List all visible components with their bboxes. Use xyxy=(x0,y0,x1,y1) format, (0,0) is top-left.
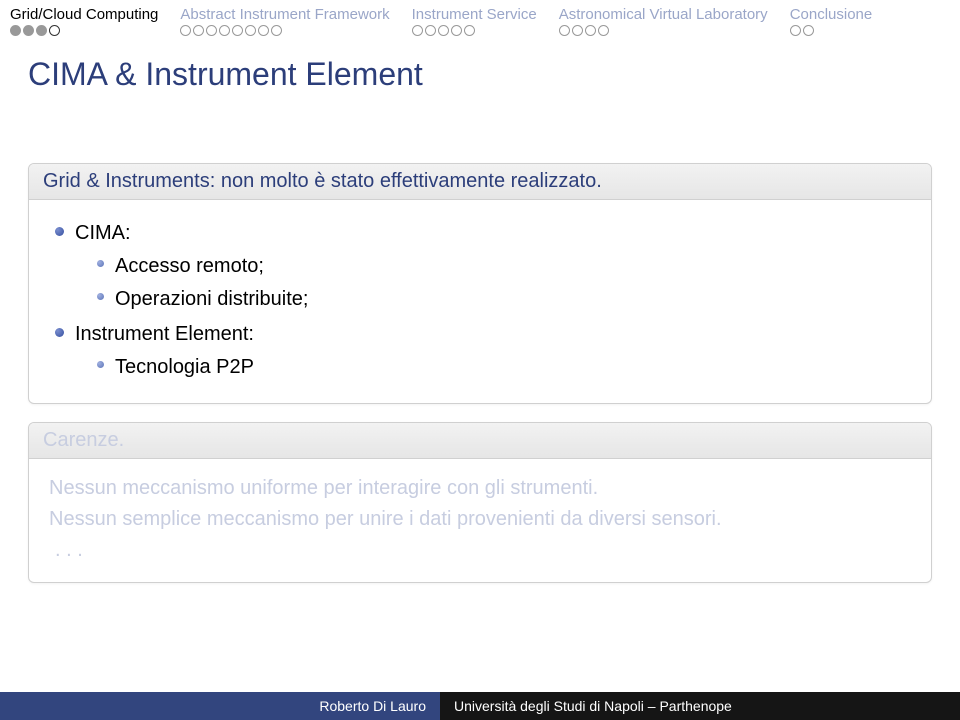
progress-dot xyxy=(245,25,256,36)
block-heading: Carenze. xyxy=(29,423,931,459)
nav-section[interactable]: Astronomical Virtual Laboratory xyxy=(559,6,768,36)
bullet-label: CIMA: xyxy=(75,222,131,244)
progress-dot xyxy=(559,25,570,36)
nav-progress-dots xyxy=(10,25,158,36)
progress-dot xyxy=(412,25,423,36)
progress-dot xyxy=(271,25,282,36)
progress-dot xyxy=(258,25,269,36)
progress-dot xyxy=(193,25,204,36)
progress-dot xyxy=(23,25,34,36)
bullet-cima: CIMA: Accesso remoto; Operazioni distrib… xyxy=(55,218,911,315)
nav-label: Instrument Service xyxy=(412,6,537,23)
footer-author: Roberto Di Lauro xyxy=(10,698,440,714)
subbullet: Tecnologia P2P xyxy=(97,352,911,383)
progress-dot xyxy=(464,25,475,36)
bullet-instrument-element: Instrument Element: Tecnologia P2P xyxy=(55,319,911,383)
nav-progress-dots xyxy=(412,25,537,36)
slide-title: CIMA & Instrument Element xyxy=(0,38,960,103)
nav-sections: Grid/Cloud Computing Abstract Instrument … xyxy=(0,0,960,38)
progress-dot xyxy=(585,25,596,36)
nav-section[interactable]: Grid/Cloud Computing xyxy=(10,6,158,36)
progress-dot xyxy=(219,25,230,36)
progress-dot xyxy=(425,25,436,36)
progress-dot xyxy=(232,25,243,36)
nav-section[interactable]: Abstract Instrument Framework xyxy=(180,6,389,36)
nav-label: Conclusione xyxy=(790,6,873,23)
faded-text: Nessun meccanismo uniforme per interagir… xyxy=(49,473,911,504)
block-realizzato: Grid & Instruments: non molto è stato ef… xyxy=(28,163,932,404)
progress-dot xyxy=(36,25,47,36)
subbullet: Accesso remoto; xyxy=(97,251,911,282)
nav-section[interactable]: Instrument Service xyxy=(412,6,537,36)
progress-dot xyxy=(10,25,21,36)
progress-dot xyxy=(49,25,60,36)
progress-dot xyxy=(438,25,449,36)
nav-progress-dots xyxy=(790,25,873,36)
nav-label: Grid/Cloud Computing xyxy=(10,6,158,23)
footer-affiliation: Università degli Studi di Napoli – Parth… xyxy=(454,698,732,714)
progress-dot xyxy=(206,25,217,36)
nav-label: Astronomical Virtual Laboratory xyxy=(559,6,768,23)
progress-dot xyxy=(803,25,814,36)
subbullet: Operazioni distribuite; xyxy=(97,284,911,315)
nav-label: Abstract Instrument Framework xyxy=(180,6,389,23)
block-carenze: Carenze. Nessun meccanismo uniforme per … xyxy=(28,422,932,583)
nav-progress-dots xyxy=(180,25,389,36)
block-heading: Grid & Instruments: non molto è stato ef… xyxy=(29,164,931,200)
bullet-label: Instrument Element: xyxy=(75,323,254,345)
progress-dot xyxy=(790,25,801,36)
faded-text: Nessun semplice meccanismo per unire i d… xyxy=(49,504,911,535)
footer: Roberto Di Lauro Università degli Studi … xyxy=(0,692,960,720)
nav-progress-dots xyxy=(559,25,768,36)
progress-dot xyxy=(180,25,191,36)
progress-dot xyxy=(572,25,583,36)
ellipsis: . . . xyxy=(49,535,911,566)
progress-dot xyxy=(598,25,609,36)
nav-section[interactable]: Conclusione xyxy=(790,6,873,36)
progress-dot xyxy=(451,25,462,36)
